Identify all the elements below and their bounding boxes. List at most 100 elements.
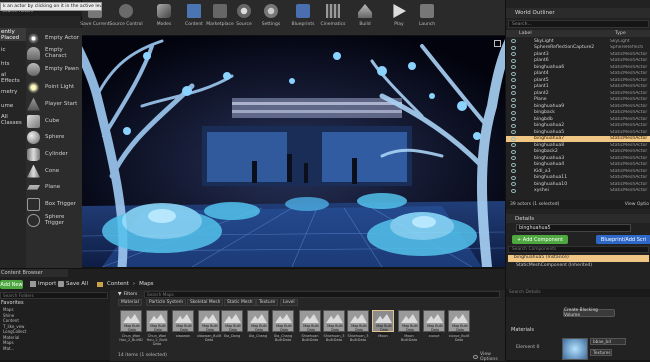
folder-longcollect[interactable]: LongCollect	[3, 329, 28, 335]
visibility-eye-icon[interactable]	[511, 52, 516, 57]
outliner-row[interactable]: Plane StaticMeshActor	[506, 97, 650, 103]
content-view-options[interactable]: View Options	[473, 352, 505, 362]
add-new-button[interactable]: Add New	[0, 280, 23, 289]
asset-thumbnail[interactable]: Map Built Data Registry	[198, 310, 220, 336]
visibility-eye-icon[interactable]	[511, 130, 516, 135]
filter-chip-particle-system[interactable]: Particle System	[146, 299, 186, 306]
favorites-section[interactable]: Favorites	[1, 300, 24, 306]
outliner-row[interactable]: plant6 StaticMeshActor	[506, 58, 650, 64]
visibility-eye-icon[interactable]	[511, 156, 516, 161]
breadcrumb-content[interactable]: Content	[107, 281, 129, 287]
asset-thumbnail[interactable]: Map Built Data Registry	[423, 310, 445, 336]
filters-button[interactable]: ▼ Filters	[118, 292, 137, 297]
folder-search-input[interactable]: Search Folders	[0, 292, 108, 299]
visibility-eye-icon[interactable]	[511, 84, 516, 89]
build-button[interactable]: Build	[350, 4, 380, 27]
outliner-row[interactable]: binghuahua7 StaticMeshActor	[506, 135, 650, 142]
category-all-classes[interactable]: All Classes	[0, 113, 26, 126]
visibility-eye-icon[interactable]	[511, 104, 516, 109]
outliner-row[interactable]: binghuahua10 StaticMeshActor	[506, 181, 650, 187]
modes-button[interactable]: Modes	[149, 4, 179, 27]
outliner-row[interactable]: bingback StaticMeshActor	[506, 110, 650, 116]
asset-thumbnail[interactable]: Map Built Data Registry	[120, 310, 142, 336]
actor-player-start[interactable]: Player Start	[27, 97, 77, 111]
visibility-eye-icon[interactable]	[511, 149, 516, 154]
level-viewport[interactable]	[82, 36, 505, 267]
visibility-eye-icon[interactable]	[511, 78, 516, 83]
actor-box-trigger[interactable]: Box Trigger	[27, 197, 76, 211]
category-recently-placed[interactable]: ently Placed	[0, 28, 26, 41]
add-component-button[interactable]: + Add Component	[512, 235, 568, 244]
visibility-eye-icon[interactable]	[511, 143, 516, 148]
asset-search-input[interactable]: Search Maps	[144, 291, 500, 298]
actor-empty-character[interactable]: Empty Charact	[27, 46, 81, 60]
actor-name-field[interactable]: binghuahua5	[516, 224, 631, 232]
visibility-eye-icon[interactable]	[511, 45, 516, 50]
outliner-row[interactable]: binghuahua9 StaticMeshActor	[506, 103, 650, 109]
outliner-row[interactable]: binghuahua3 StaticMeshActor	[506, 155, 650, 161]
visibility-eye-icon[interactable]	[511, 136, 516, 141]
actor-empty-actor[interactable]: Empty Actor	[27, 31, 79, 45]
cinematics-button[interactable]: Cinematics	[318, 4, 348, 27]
save-all-button[interactable]: Save All	[58, 281, 88, 287]
actor-point-light[interactable]: Point Light	[27, 80, 74, 94]
filter-chip-skeletal-mesh[interactable]: Skeletal Mesh	[187, 299, 224, 306]
outliner-row[interactable]: SkyLight SkyLight	[506, 38, 650, 44]
visibility-eye-icon[interactable]	[511, 97, 516, 102]
actor-cone[interactable]: Cone	[27, 164, 59, 178]
outliner-row[interactable]: plant1 StaticMeshActor	[506, 84, 650, 90]
component-static-mesh-item[interactable]: StaticMeshComponent (Inherited)	[516, 263, 592, 268]
asset-thumbnail[interactable]: Map Built Data Registry	[172, 310, 194, 336]
filter-chip-texture[interactable]: Texture	[256, 299, 279, 306]
col-type-header[interactable]: Type	[615, 31, 626, 36]
textures-dropdown[interactable]: Textures	[590, 349, 612, 356]
outliner-search-input[interactable]: Search...	[508, 20, 649, 28]
settings-button[interactable]: Settings	[256, 4, 286, 27]
create-blocking-volume-button[interactable]: Create Blocking Volume	[563, 308, 615, 318]
asset-thumbnail[interactable]: Map Built Data Registry	[146, 310, 168, 336]
visibility-eye-icon[interactable]	[511, 162, 516, 167]
visibility-eye-icon[interactable]	[511, 182, 516, 187]
asset-thumbnail[interactable]: Map Built Data Registry	[448, 310, 470, 336]
category-lights[interactable]: hts	[0, 57, 26, 70]
maximize-viewport-icon[interactable]	[494, 40, 501, 47]
outliner-row[interactable]: binghuahua6 StaticMeshActor	[506, 64, 650, 70]
actor-plane[interactable]: Plane	[27, 180, 60, 194]
asset-thumbnail[interactable]: Map Built Data Registry	[299, 310, 321, 336]
content-browser-tab[interactable]: Content Browser	[1, 270, 43, 276]
filter-chip-level[interactable]: Level	[280, 299, 298, 306]
outliner-row[interactable]: binghuahua5 StaticMeshActor	[506, 129, 650, 135]
folder-mat[interactable]: Mat...	[3, 346, 28, 352]
import-button[interactable]: Import	[30, 281, 56, 287]
visibility-eye-icon[interactable]	[511, 58, 516, 63]
visibility-eye-icon[interactable]	[511, 169, 516, 174]
visibility-eye-icon[interactable]	[511, 65, 516, 70]
outliner-row[interactable]: bingback2 StaticMeshActor	[506, 149, 650, 155]
actor-empty-pawn[interactable]: Empty Pawn	[27, 62, 79, 76]
blueprints-button[interactable]: Blueprints	[288, 4, 318, 27]
launch-button[interactable]: Launch	[412, 4, 442, 27]
actor-sphere-trigger[interactable]: Sphere Trigger	[27, 213, 81, 227]
outliner-row[interactable]: binghuahua11 StaticMeshActor	[506, 175, 650, 181]
outliner-row[interactable]: binghuahua4 StaticMeshActor	[506, 162, 650, 168]
outliner-row[interactable]: plant2 StaticMeshActor	[506, 90, 650, 96]
source-button[interactable]: Source	[229, 4, 259, 27]
visibility-eye-icon[interactable]	[511, 123, 516, 128]
category-visual-effects[interactable]: al Effects	[0, 71, 26, 84]
asset-thumbnail[interactable]: Map Built Data Registry	[398, 310, 420, 336]
source-control-button[interactable]: Source Control	[109, 4, 143, 27]
col-label-header[interactable]: Label	[519, 31, 532, 36]
asset-thumbnail[interactable]: Map Built Data Registry	[272, 310, 294, 336]
outliner-row[interactable]: Kidl_a3 StaticMeshActor	[506, 168, 650, 174]
asset-thumbnail[interactable]: Map Built Data Registry	[247, 310, 269, 336]
actor-cube[interactable]: Cube	[27, 114, 59, 128]
filter-chip-static-mesh[interactable]: Static Mesh	[224, 299, 256, 306]
asset-thumbnail[interactable]: Map Built Data Registry	[323, 310, 345, 336]
material-select[interactable]: bbae_bd	[590, 338, 626, 345]
outliner-row[interactable]: binghuahua2 StaticMeshActor	[506, 123, 650, 129]
outliner-row[interactable]: binghuahua8 StaticMeshActor	[506, 142, 650, 148]
visibility-eye-icon[interactable]	[511, 110, 516, 115]
outliner-row[interactable]: plant4 StaticMeshActor	[506, 71, 650, 77]
play-button[interactable]: Play	[384, 4, 414, 27]
asset-thumbnail[interactable]: Map Built Data Registry	[347, 310, 369, 336]
